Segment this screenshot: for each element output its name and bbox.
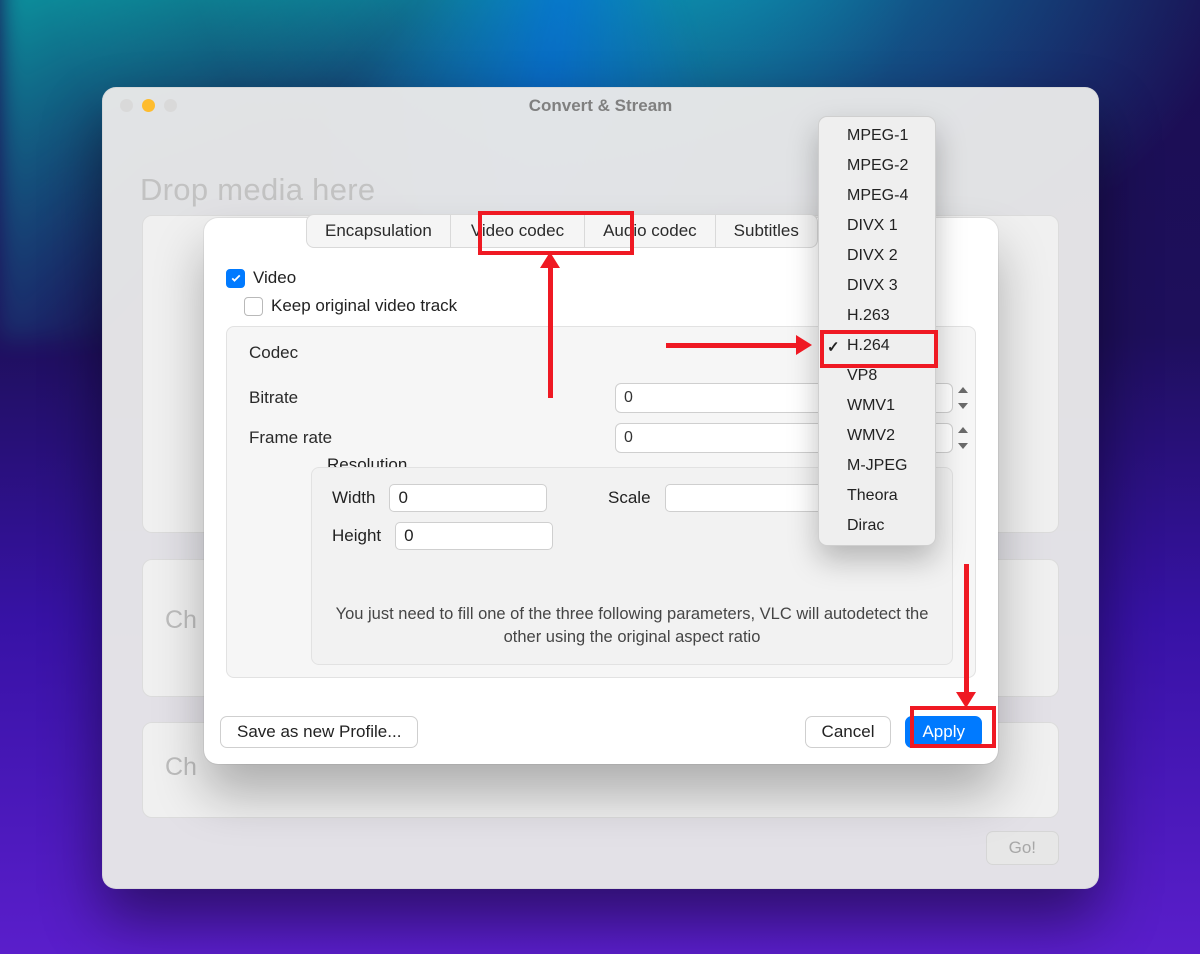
scale-field[interactable] (665, 484, 837, 512)
bitrate-stepper[interactable] (956, 386, 970, 410)
check-icon: ✓ (827, 338, 840, 356)
keep-original-row: Keep original video track (244, 296, 457, 316)
codec-option[interactable]: DIVX 1 (819, 211, 935, 241)
video-checkbox[interactable] (226, 269, 245, 288)
height-value: 0 (404, 526, 413, 546)
codec-option[interactable]: Theora (819, 481, 935, 511)
tab-label: Subtitles (734, 221, 799, 241)
codec-option-label: WMV1 (847, 397, 895, 415)
keep-original-checkbox[interactable] (244, 297, 263, 316)
width-value: 0 (398, 488, 407, 508)
dialog-buttons: Save as new Profile... Cancel Apply (220, 716, 982, 748)
framerate-label: Frame rate (249, 428, 332, 448)
codec-option-label: VP8 (847, 367, 877, 385)
cancel-label: Cancel (822, 722, 875, 742)
codec-option-label: H.263 (847, 307, 890, 325)
codec-option[interactable]: WMV1 (819, 391, 935, 421)
codec-label: Codec (249, 343, 298, 363)
codec-option[interactable]: MPEG-2 (819, 151, 935, 181)
height-field[interactable]: 0 (395, 522, 553, 550)
tab-label: Video codec (471, 221, 564, 241)
codec-option[interactable]: MPEG-4 (819, 181, 935, 211)
codec-dropdown-menu[interactable]: MPEG-1 MPEG-2 MPEG-4 DIVX 1 DIVX 2 DIVX 3 H.26… (818, 116, 936, 546)
codec-option[interactable]: M-JPEG (819, 451, 935, 481)
codec-option-label: H.264 (847, 337, 890, 355)
codec-option[interactable]: DIVX 3 (819, 271, 935, 301)
tab-label: Encapsulation (325, 221, 432, 241)
cancel-button[interactable]: Cancel (805, 716, 892, 748)
scale-label: Scale (608, 488, 651, 508)
codec-option-label: MPEG-1 (847, 127, 908, 145)
video-checkbox-label: Video (253, 268, 296, 288)
codec-option-label: Theora (847, 487, 898, 505)
codec-option-label: MPEG-2 (847, 157, 908, 175)
framerate-stepper[interactable] (956, 426, 970, 450)
bitrate-value: 0 (624, 389, 633, 407)
framerate-value: 0 (624, 429, 633, 447)
profile-tabs: Encapsulation Video codec Audio codec Su… (306, 214, 818, 248)
width-label: Width (332, 488, 375, 508)
codec-option-label: DIVX 3 (847, 277, 898, 295)
keep-original-label: Keep original video track (271, 296, 457, 316)
tab-audio-codec[interactable]: Audio codec (585, 215, 716, 247)
height-label: Height (332, 526, 381, 546)
apply-label: Apply (922, 722, 965, 742)
go-button-label: Go! (1009, 838, 1036, 857)
tab-subtitles[interactable]: Subtitles (716, 215, 817, 247)
resolution-hint: You just need to fill one of the three f… (332, 603, 932, 648)
codec-option[interactable]: H.263 (819, 301, 935, 331)
codec-option[interactable]: Dirac (819, 511, 935, 541)
width-field[interactable]: 0 (389, 484, 547, 512)
save-profile-button[interactable]: Save as new Profile... (220, 716, 418, 748)
bitrate-label: Bitrate (249, 388, 298, 408)
codec-option[interactable]: DIVX 2 (819, 241, 935, 271)
card-label-fragment: Ch (165, 753, 197, 782)
desktop-wallpaper: Convert & Stream Drop media here Ch Ch G… (0, 0, 1200, 954)
codec-option[interactable]: MPEG-1 (819, 121, 935, 151)
drop-media-hint: Drop media here (140, 172, 375, 208)
window-title: Convert & Stream (102, 96, 1099, 116)
tab-video-codec[interactable]: Video codec (451, 215, 585, 247)
codec-option-label: M-JPEG (847, 457, 907, 475)
save-profile-label: Save as new Profile... (237, 722, 401, 742)
go-button[interactable]: Go! (986, 831, 1059, 865)
video-enable-row: Video (226, 268, 296, 288)
codec-option[interactable]: WMV2 (819, 421, 935, 451)
codec-option-label: WMV2 (847, 427, 895, 445)
codec-option[interactable]: ✓ H.264 (819, 331, 935, 361)
tab-encapsulation[interactable]: Encapsulation (307, 215, 451, 247)
apply-button[interactable]: Apply (905, 716, 982, 748)
codec-option-label: MPEG-4 (847, 187, 908, 205)
tab-label: Audio codec (603, 221, 697, 241)
codec-option[interactable]: VP8 (819, 361, 935, 391)
card-label-fragment: Ch (165, 606, 197, 635)
codec-option-label: DIVX 1 (847, 217, 898, 235)
codec-option-label: Dirac (847, 517, 884, 535)
codec-option-label: DIVX 2 (847, 247, 898, 265)
